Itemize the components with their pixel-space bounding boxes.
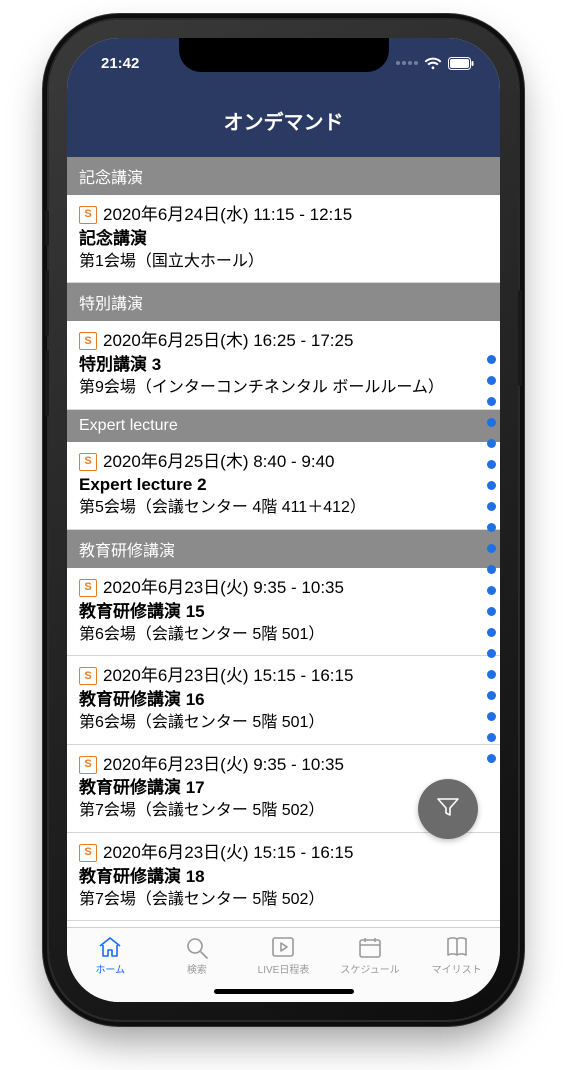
session-row[interactable]: S 2020年6月23日(火) 15:15 - 16:15教育研修講演 16第6会… xyxy=(67,656,500,744)
section-index[interactable] xyxy=(487,355,496,763)
session-row[interactable]: S 2020年6月23日(火) 15:15 - 16:15教育研修講演 18第7会… xyxy=(67,833,500,921)
tab-label: 検索 xyxy=(187,961,207,976)
session-datetime: 2020年6月23日(火) 15:15 - 16:15 xyxy=(103,841,353,865)
session-datetime: 2020年6月23日(火) 9:35 - 10:35 xyxy=(103,576,344,600)
home-icon xyxy=(97,935,123,959)
battery-icon xyxy=(448,57,474,70)
volume-up-button xyxy=(45,270,49,336)
book-icon xyxy=(444,935,470,959)
phone-frame: 21:42 オンデマンド xyxy=(49,20,518,1020)
screen: 21:42 オンデマンド xyxy=(67,38,500,1002)
more-dots-icon xyxy=(396,61,418,65)
section-header: 記念講演 xyxy=(67,157,500,195)
home-indicator[interactable] xyxy=(214,989,354,994)
session-place: 第6会場（会議センター 5階 501） xyxy=(79,712,488,734)
tab-label: ホーム xyxy=(95,961,125,976)
page-title: オンデマンド xyxy=(224,112,344,134)
session-place: 第1会場（国立大ホール） xyxy=(79,251,488,273)
session-title: 教育研修講演 15 xyxy=(79,601,488,624)
tab-book[interactable]: マイリスト xyxy=(413,928,500,1002)
session-badge-icon: S xyxy=(79,579,97,597)
filter-button[interactable] xyxy=(418,779,478,839)
tab-home[interactable]: ホーム xyxy=(67,928,154,1002)
session-badge-icon: S xyxy=(79,206,97,224)
session-row[interactable]: S 2020年6月23日(火) 9:35 - 10:35教育研修講演 15第6会場… xyxy=(67,568,500,656)
notch xyxy=(179,38,389,72)
tab-label: スケジュール xyxy=(340,961,399,976)
session-title: 教育研修講演 16 xyxy=(79,689,488,712)
section-header: 教育研修講演 xyxy=(67,530,500,568)
tab-label: マイリスト xyxy=(432,961,482,976)
status-time: 21:42 xyxy=(101,55,139,72)
wifi-icon xyxy=(424,57,442,70)
session-badge-icon: S xyxy=(79,844,97,862)
funnel-icon xyxy=(434,793,462,826)
search-icon xyxy=(184,935,210,959)
session-datetime: 2020年6月24日(水) 11:15 - 12:15 xyxy=(103,203,352,227)
session-badge-icon: S xyxy=(79,332,97,350)
session-place: 第5会場（会議センター 4階 411＋412） xyxy=(79,497,488,519)
tab-label: LIVE日程表 xyxy=(258,961,310,976)
session-row[interactable]: S 2020年6月25日(木) 16:25 - 17:25特別講演 3第9会場（イ… xyxy=(67,321,500,409)
calendar-icon xyxy=(357,935,383,959)
session-title: 記念講演 xyxy=(79,228,488,251)
section-header: 特別講演 xyxy=(67,283,500,321)
session-row[interactable]: S 2020年6月25日(木) 8:40 - 9:40Expert lecture… xyxy=(67,442,500,530)
session-datetime: 2020年6月23日(火) 15:15 - 16:15 xyxy=(103,664,353,688)
session-datetime: 2020年6月25日(木) 8:40 - 9:40 xyxy=(103,450,335,474)
power-button xyxy=(518,290,522,386)
volume-down-button xyxy=(45,350,49,416)
section-header: Expert lecture xyxy=(67,410,500,442)
session-row[interactable]: S 2020年6月24日(水) 11:15 - 12:15記念講演第1会場（国立大… xyxy=(67,195,500,283)
session-badge-icon: S xyxy=(79,756,97,774)
session-badge-icon: S xyxy=(79,453,97,471)
session-badge-icon: S xyxy=(79,667,97,685)
session-place: 第6会場（会議センター 5階 501） xyxy=(79,624,488,646)
session-title: Expert lecture 2 xyxy=(79,474,488,497)
session-place: 第9会場（インターコンチネンタル ボールルーム） xyxy=(79,377,488,399)
play-icon xyxy=(270,935,296,959)
session-datetime: 2020年6月23日(火) 9:35 - 10:35 xyxy=(103,753,344,777)
session-title: 特別講演 3 xyxy=(79,354,488,377)
content-area: 記念講演S2020年6月24日(水) 11:15 - 12:15記念講演第1会場… xyxy=(67,157,500,927)
session-datetime: 2020年6月25日(木) 16:25 - 17:25 xyxy=(103,329,353,353)
session-title: 教育研修講演 18 xyxy=(79,866,488,889)
status-right xyxy=(396,57,474,70)
mute-switch xyxy=(45,210,49,246)
session-place: 第7会場（会議センター 5階 502） xyxy=(79,889,488,911)
nav-bar: オンデマンド xyxy=(67,88,500,157)
